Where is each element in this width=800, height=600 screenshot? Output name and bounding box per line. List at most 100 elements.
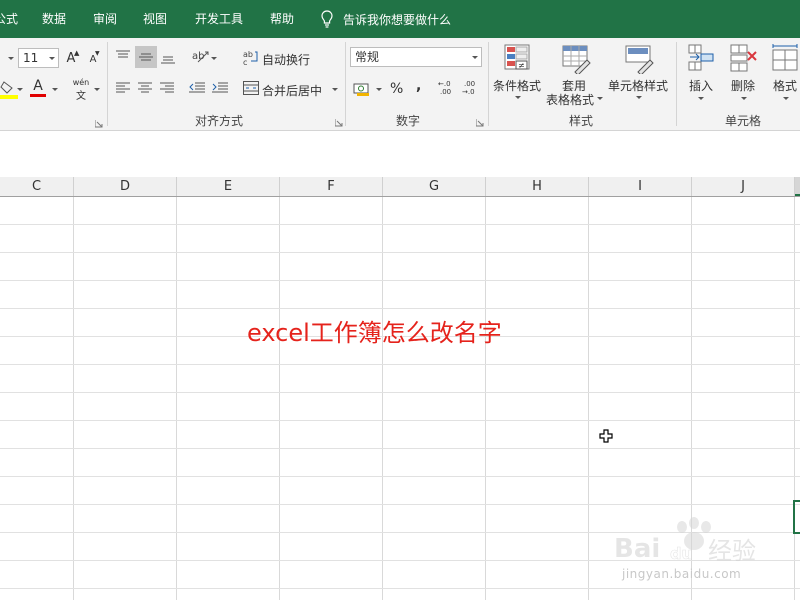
tab-help[interactable]: 帮助	[270, 12, 294, 26]
align-left-button[interactable]	[115, 80, 131, 96]
svg-text:Bai: Bai	[614, 534, 660, 564]
column-header-h[interactable]: H	[486, 177, 589, 196]
number-dialog-launcher-icon[interactable]	[475, 116, 484, 127]
group-separator	[676, 42, 677, 126]
tell-me-label: 告诉我你想要做什么	[343, 12, 452, 27]
increase-indent-icon	[212, 82, 228, 93]
format-cells-icon	[772, 44, 798, 71]
column-header-i[interactable]: I	[589, 177, 692, 196]
decrease-font-button[interactable]: A ▼	[85, 50, 101, 68]
align-center-button[interactable]	[137, 80, 153, 96]
font-size-combo[interactable]: 11	[18, 48, 59, 68]
delete-cells-button[interactable]: 删除	[731, 77, 755, 94]
align-middle-button[interactable]	[135, 46, 157, 68]
column-header-c[interactable]: C	[0, 177, 74, 196]
decrease-indent-icon	[189, 82, 205, 93]
orientation-dropdown-icon[interactable]	[211, 57, 217, 60]
decrease-indent-button[interactable]	[188, 80, 206, 96]
wrap-text-icon: abc	[243, 50, 258, 65]
insert-dropdown-icon[interactable]	[698, 97, 704, 100]
accounting-format-button[interactable]	[352, 80, 372, 98]
delete-dropdown-icon[interactable]	[741, 97, 747, 100]
decrease-caret-icon: ▼	[95, 50, 100, 57]
accounting-dropdown-icon[interactable]	[376, 88, 382, 91]
conditional-dropdown-icon[interactable]	[515, 96, 521, 99]
wrap-text-button[interactable]: 自动换行	[262, 51, 310, 68]
alignment-dialog-launcher-icon[interactable]	[334, 116, 343, 127]
column-header-d[interactable]: D	[74, 177, 177, 196]
format-as-table-line2[interactable]: 表格格式	[546, 91, 594, 108]
format-table-dropdown-icon[interactable]	[597, 97, 603, 100]
cell-styles-dropdown-icon[interactable]	[636, 96, 642, 99]
tab-review[interactable]: 审阅	[93, 12, 117, 26]
format-cells-icon-box[interactable]	[770, 43, 800, 73]
merge-dropdown-icon[interactable]	[332, 88, 338, 91]
font-size-value: 11	[23, 51, 39, 65]
wrap-text-icon-box[interactable]: ab c	[242, 48, 260, 66]
lightbulb-icon	[321, 10, 333, 28]
tab-developer[interactable]: 开发工具	[195, 12, 243, 26]
tab-formulas[interactable]: 公式	[0, 12, 18, 26]
percent-style-button[interactable]: %	[390, 81, 403, 97]
svg-text:ab: ab	[192, 51, 204, 62]
orientation-button[interactable]: ab	[190, 46, 212, 66]
align-right-button[interactable]	[159, 80, 175, 96]
delete-cells-icon-box[interactable]	[728, 43, 758, 73]
decrease-decimal-button[interactable]: .00 →.0	[462, 80, 482, 98]
group-separator	[107, 42, 108, 126]
font-color-button[interactable]: A	[28, 78, 48, 100]
formula-bar[interactable]	[0, 131, 800, 168]
svg-text:du: du	[670, 544, 693, 563]
font-dialog-launcher-icon[interactable]	[94, 117, 103, 128]
conditional-formatting-icon-box[interactable]: ≠	[500, 43, 534, 75]
format-cells-button[interactable]: 格式	[773, 77, 797, 94]
number-group-label: 数字	[396, 114, 421, 128]
increase-decimal-bottom: .00	[440, 88, 452, 96]
number-format-combo[interactable]: 常规	[350, 47, 482, 67]
merge-center-button[interactable]: 合并后居中	[262, 82, 322, 99]
decrease-decimal-bottom: →.0	[462, 88, 475, 96]
cell-styles-icon	[625, 45, 654, 74]
cell-styles-button[interactable]: 单元格样式	[608, 77, 668, 94]
highlight-dropdown-icon[interactable]	[17, 88, 23, 91]
conditional-formatting-button[interactable]: 条件格式	[493, 77, 541, 94]
ribbon-tab-bar: 公式 数据 审阅 视图 开发工具 帮助 告诉我你想要做什么	[0, 0, 800, 38]
align-bottom-button[interactable]	[158, 48, 178, 68]
phonetic-dropdown-icon[interactable]	[94, 88, 100, 91]
increase-font-button[interactable]: A ▲	[63, 48, 80, 68]
decrease-decimal-top: .00	[464, 80, 476, 88]
tab-data[interactable]: 数据	[42, 12, 66, 26]
align-top-icon	[116, 50, 130, 58]
merge-center-icon-box[interactable]	[242, 80, 260, 96]
delete-cells-icon	[730, 44, 757, 72]
comma-style-button[interactable]: ,	[416, 78, 421, 94]
chevron-down-icon	[49, 57, 55, 60]
highlight-color-button[interactable]	[0, 78, 18, 100]
font-color-dropdown-icon[interactable]	[52, 88, 58, 91]
svg-text:c: c	[243, 58, 247, 65]
accounting-icon	[353, 83, 369, 96]
increase-indent-button[interactable]	[211, 80, 229, 96]
group-separator	[345, 42, 346, 126]
column-header-k-edge	[795, 177, 800, 196]
font-name-dropdown-icon[interactable]	[8, 57, 14, 60]
format-dropdown-icon[interactable]	[783, 97, 789, 100]
paint-bucket-icon	[0, 81, 18, 99]
tab-view[interactable]: 视图	[143, 12, 167, 26]
column-header-row: C D E F G H I J	[0, 177, 800, 197]
chevron-down-icon	[472, 56, 478, 59]
increase-decimal-button[interactable]: ←.0 .00	[438, 80, 458, 98]
insert-cells-icon	[688, 44, 714, 71]
insert-cells-button[interactable]: 插入	[689, 77, 713, 94]
column-header-g[interactable]: G	[383, 177, 486, 196]
cell-styles-icon-box[interactable]	[623, 43, 655, 75]
tell-me-search[interactable]: 告诉我你想要做什么	[321, 10, 451, 28]
overlay-caption: excel工作簿怎么改名字	[247, 319, 502, 347]
insert-cells-icon-box[interactable]	[686, 43, 716, 73]
align-top-button[interactable]	[113, 46, 133, 66]
format-as-table-icon-box[interactable]	[560, 43, 592, 75]
phonetic-guide-button[interactable]: wén 文	[70, 78, 92, 102]
column-header-j[interactable]: J	[692, 177, 795, 196]
column-header-e[interactable]: E	[177, 177, 280, 196]
column-header-f[interactable]: F	[280, 177, 383, 196]
